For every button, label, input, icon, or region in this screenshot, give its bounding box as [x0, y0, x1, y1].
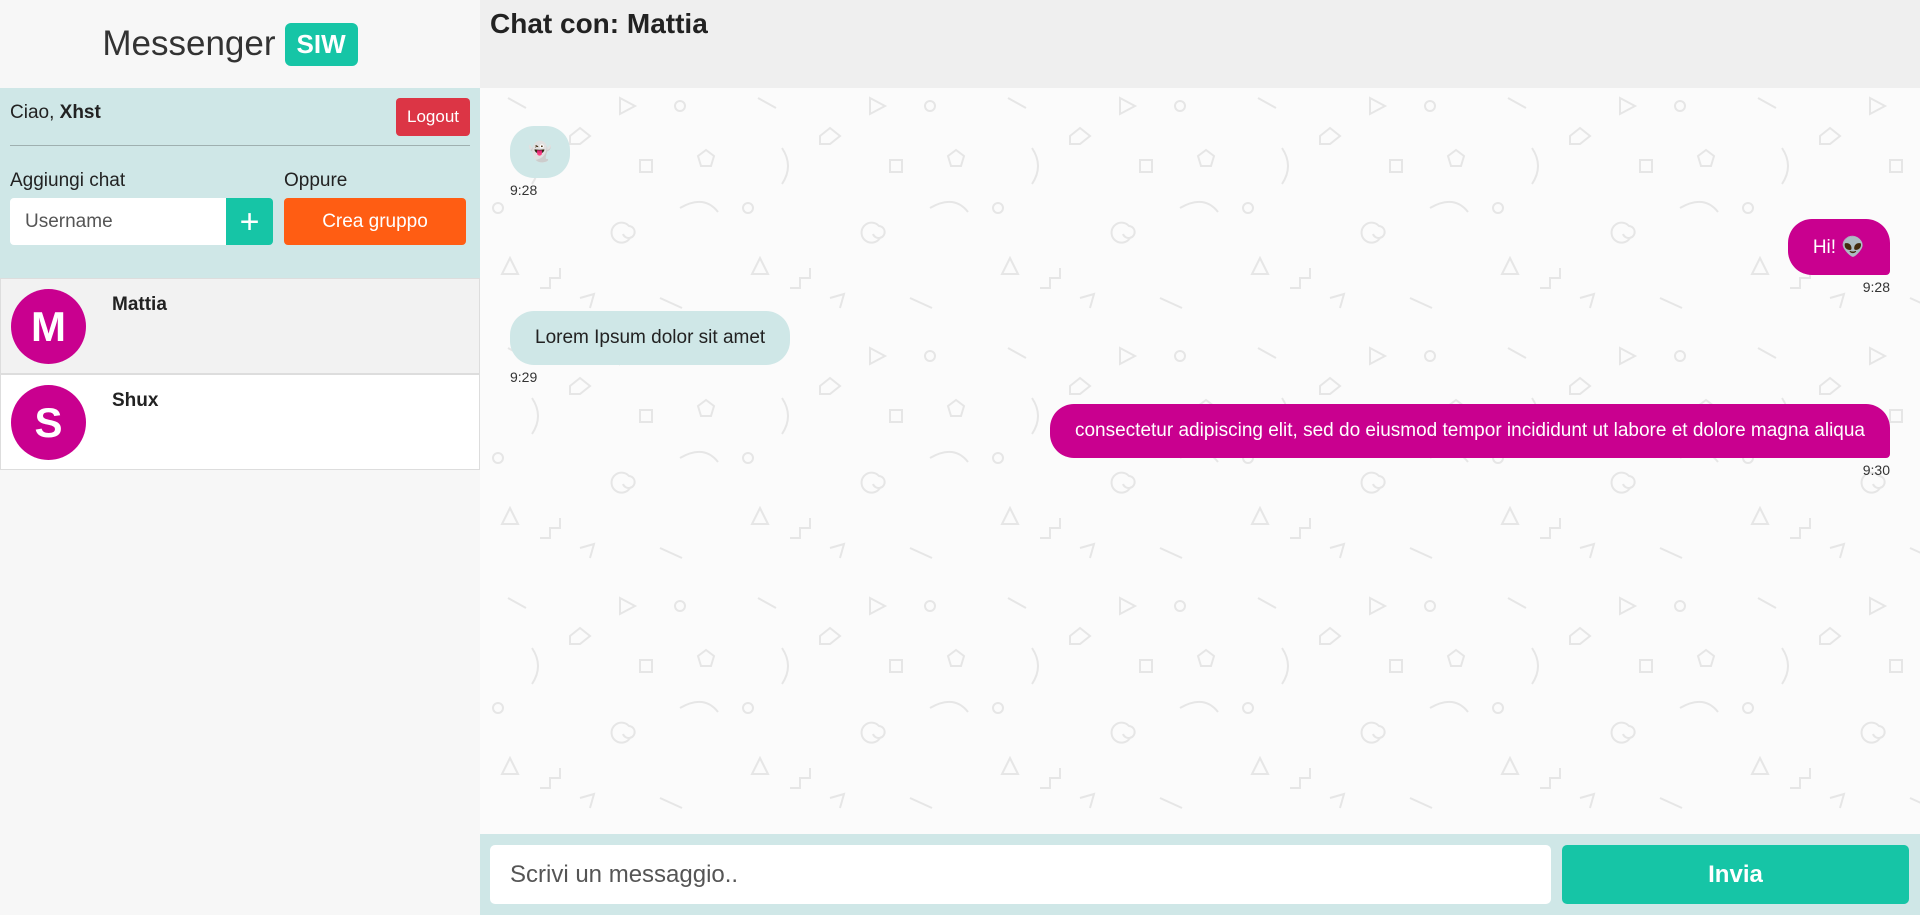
add-chat-input-group: + — [10, 198, 273, 245]
message-time: 9:29 — [510, 369, 538, 385]
message-list[interactable]: 👻 9:28 Hi! 👽 9:28 Lorem Ipsum dolor sit … — [480, 88, 1920, 834]
add-chat-button[interactable]: + — [226, 198, 273, 245]
contact-name: Shux — [112, 390, 159, 411]
brand: Messenger SIW — [0, 0, 480, 88]
message-incoming: 👻 9:28 — [510, 126, 570, 198]
current-username: Xhst — [59, 102, 101, 123]
chat-panel: Chat con: Mattia 👻 9:28 Hi! 👽 9:28 Lorem… — [480, 0, 1920, 915]
send-button[interactable]: Invia — [1562, 845, 1909, 904]
greeting-text: Ciao, — [10, 102, 55, 123]
message-bubble: 👻 — [510, 126, 570, 178]
message-input[interactable] — [490, 845, 1551, 904]
brand-badge: SIW — [284, 22, 358, 66]
brand-name: Messenger — [102, 24, 276, 63]
message-time: 9:28 — [1862, 279, 1890, 295]
chat-header: Chat con: Mattia — [480, 0, 1920, 88]
message-incoming: Lorem Ipsum dolor sit amet 9:29 — [510, 311, 791, 385]
sidebar: Messenger SIW Ciao, Xhst Logout Aggiungi… — [0, 0, 480, 915]
message-outgoing: consectetur adipiscing elit, sed do eius… — [1049, 404, 1890, 478]
message-bubble: Lorem Ipsum dolor sit amet — [510, 311, 791, 365]
message-composer: Invia — [480, 834, 1920, 915]
or-label: Oppure — [284, 170, 348, 191]
chat-title-name: Mattia — [626, 8, 708, 39]
contact-name: Mattia — [112, 294, 167, 315]
chat-title: Chat con: Mattia — [490, 8, 1910, 40]
add-chat-section: Aggiungi chat + — [10, 170, 273, 245]
avatar: M — [11, 289, 86, 364]
message-outgoing: Hi! 👽 9:28 — [1787, 219, 1890, 295]
username-input[interactable] — [10, 198, 226, 245]
chat-title-prefix: Chat con: — [490, 8, 620, 39]
message-bubble: Hi! 👽 — [1787, 219, 1890, 275]
messenger-app: Messenger SIW Ciao, Xhst Logout Aggiungi… — [0, 0, 1920, 915]
message-time: 9:30 — [1862, 462, 1890, 478]
avatar: S — [11, 385, 86, 460]
create-group-button[interactable]: Crea gruppo — [284, 198, 466, 245]
message-bubble: consectetur adipiscing elit, sed do eius… — [1049, 404, 1890, 458]
contact-item-shux[interactable]: S Shux — [0, 374, 480, 470]
create-group-section: Oppure Crea gruppo — [284, 170, 466, 245]
contact-item-mattia[interactable]: M Mattia — [0, 278, 480, 374]
message-time: 9:28 — [510, 182, 538, 198]
user-panel: Ciao, Xhst Logout Aggiungi chat + Oppure… — [0, 88, 480, 278]
logout-button[interactable]: Logout — [396, 98, 470, 136]
add-chat-label: Aggiungi chat — [10, 170, 126, 191]
greeting-row: Ciao, Xhst Logout — [10, 98, 470, 146]
add-chat-row: Aggiungi chat + Oppure Crea gruppo — [10, 170, 470, 245]
contact-list: M Mattia S Shux — [0, 278, 480, 470]
greeting: Ciao, Xhst — [10, 98, 101, 124]
